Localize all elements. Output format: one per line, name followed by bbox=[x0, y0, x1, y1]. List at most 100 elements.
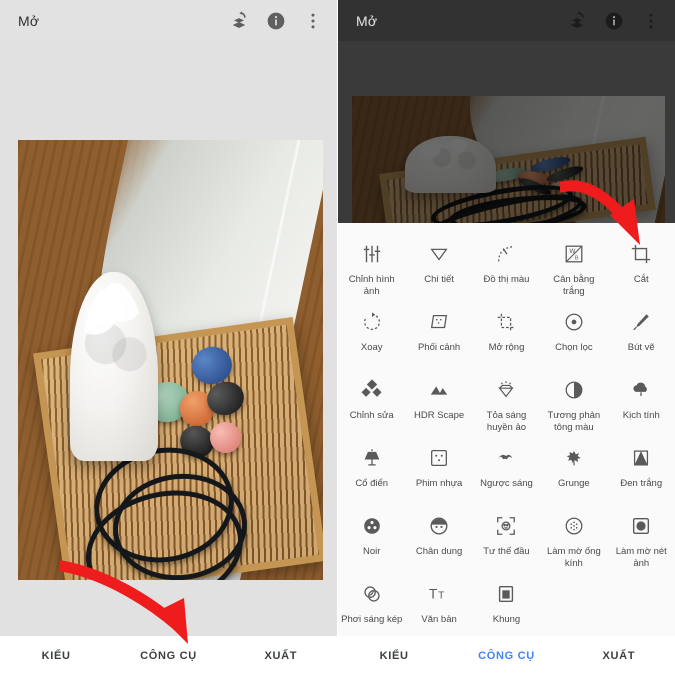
tool-label: Xoay bbox=[360, 342, 383, 353]
tool-phoi-sang-kep[interactable]: Phơi sáng kép bbox=[338, 573, 405, 641]
tool-label: Văn bản bbox=[421, 614, 457, 625]
vignette-icon bbox=[630, 511, 652, 541]
tool-kich-tinh[interactable]: Kịch tính bbox=[608, 369, 675, 437]
curves-icon bbox=[495, 239, 517, 269]
nav-item-kieu[interactable]: KIỂU bbox=[338, 650, 450, 662]
tool-chinh-hinh-anh[interactable]: Chỉnh hình ảnh bbox=[338, 233, 405, 301]
tool-label: Cắt bbox=[633, 274, 649, 285]
tool-van-ban[interactable]: T T Văn bản bbox=[405, 573, 472, 641]
tool-toa-sang-huyen-ao[interactable]: Tỏa sáng huyền ảo bbox=[473, 369, 540, 437]
tool-tu-the-dau[interactable]: Tư thế đầu bbox=[473, 505, 540, 573]
tool-mo-rong[interactable]: Mở rộng bbox=[473, 301, 540, 369]
nav-item-xuat[interactable]: XUẤT bbox=[563, 650, 675, 662]
frames-icon bbox=[495, 579, 517, 609]
crop-icon bbox=[630, 239, 652, 269]
healing-icon bbox=[361, 375, 383, 405]
tool-label: Phim nhựa bbox=[415, 478, 463, 489]
overflow-menu-icon[interactable] bbox=[303, 11, 323, 31]
tool-phim-nhua[interactable]: Phim nhựa bbox=[405, 437, 472, 505]
tool-can-bang-trang[interactable]: W B Cân bằng trắng bbox=[540, 233, 607, 301]
white-balance-icon: W B bbox=[563, 239, 585, 269]
tool-hdr-scape[interactable]: HDR Scape bbox=[405, 369, 472, 437]
drama-cloud-icon bbox=[630, 375, 652, 405]
right-bottom-nav: KIỂU CÔNG CỤ XUẤT bbox=[338, 636, 675, 675]
photo-preview-dimmed[interactable] bbox=[352, 96, 665, 229]
right-panel: Mở Chỉnh hình ảnh Chi tiết Đồ thị màu W … bbox=[337, 0, 675, 675]
tool-label: Bút vẽ bbox=[627, 342, 655, 353]
tools-row: Noir Chân dung Tư thế đầu Làm mờ ống kín… bbox=[338, 505, 675, 573]
tool-label: Mở rộng bbox=[488, 342, 525, 353]
tool-cat[interactable]: Cắt bbox=[608, 233, 675, 301]
tools-row: Chỉnh hình ảnh Chi tiết Đồ thị màu W B C… bbox=[338, 233, 675, 301]
tool-lam-mo-ong-kinh[interactable]: Làm mờ ống kính bbox=[540, 505, 607, 573]
triangle-detail-icon bbox=[428, 239, 450, 269]
tool-label: Ngược sáng bbox=[480, 478, 533, 489]
tool-label: Tương phản tông màu bbox=[547, 410, 601, 433]
tool-label: Cân bằng trắng bbox=[553, 274, 595, 297]
left-bottom-nav: KIỂU CÔNG CỤ XUẤT bbox=[0, 636, 337, 675]
info-icon[interactable] bbox=[266, 11, 286, 31]
undo-stack-icon[interactable] bbox=[567, 11, 587, 31]
expand-icon bbox=[495, 307, 517, 337]
screenshot-root: Mở KIỂU CÔNG CỤ XUẤT Mở Chỉnh hình ảnh C… bbox=[0, 0, 675, 675]
nav-item-xuat[interactable]: XUẤT bbox=[225, 650, 337, 662]
tool-den-trang[interactable]: Đen trắng bbox=[608, 437, 675, 505]
photo-preview[interactable] bbox=[18, 140, 323, 580]
svg-text:T: T bbox=[429, 587, 438, 602]
nav-item-congcu[interactable]: CÔNG CỤ bbox=[112, 650, 224, 662]
tool-empty bbox=[608, 573, 675, 641]
tool-xoay[interactable]: Xoay bbox=[338, 301, 405, 369]
info-icon[interactable] bbox=[604, 11, 624, 31]
tool-label: Chân dung bbox=[415, 546, 463, 557]
tool-label: Làm mờ ống kính bbox=[546, 546, 601, 569]
tool-grunge[interactable]: Grunge bbox=[540, 437, 607, 505]
tool-phoi-canh[interactable]: Phối cảnh bbox=[405, 301, 472, 369]
tool-label: Làm mờ nét ảnh bbox=[615, 546, 667, 569]
tool-label: Khung bbox=[492, 614, 521, 625]
svg-text:T: T bbox=[438, 591, 444, 602]
brush-icon bbox=[630, 307, 652, 337]
portrait-face-icon bbox=[428, 511, 450, 541]
tools-row: Xoay Phối cảnh Mở rộng Chọn lọc Bút vẽ bbox=[338, 301, 675, 369]
left-app-title: Mở bbox=[18, 12, 40, 29]
right-topbar: Mở bbox=[338, 0, 675, 41]
tool-chon-loc[interactable]: Chọn lọc bbox=[540, 301, 607, 369]
tool-noir[interactable]: Noir bbox=[338, 505, 405, 573]
tool-co-dien[interactable]: Cổ điển bbox=[338, 437, 405, 505]
tool-tuong-phan-tong-mau[interactable]: Tương phản tông màu bbox=[540, 369, 607, 437]
undo-stack-icon[interactable] bbox=[229, 11, 249, 31]
tool-label: HDR Scape bbox=[414, 410, 465, 421]
tool-chan-dung[interactable]: Chân dung bbox=[405, 505, 472, 573]
left-topbar-icons bbox=[229, 11, 323, 31]
tool-chi-tiet[interactable]: Chi tiết bbox=[405, 233, 472, 301]
tool-empty bbox=[540, 573, 607, 641]
nav-item-kieu[interactable]: KIỂU bbox=[0, 650, 112, 662]
overflow-menu-icon[interactable] bbox=[641, 11, 661, 31]
black-white-icon bbox=[630, 443, 652, 473]
tool-label: Cổ điển bbox=[355, 478, 389, 489]
tool-lam-mo-net-anh[interactable]: Làm mờ nét ảnh bbox=[608, 505, 675, 573]
tools-row: Phơi sáng kép T T Văn bản Khung bbox=[338, 573, 675, 641]
grunge-icon bbox=[563, 443, 585, 473]
tool-label: Chỉnh hình ảnh bbox=[348, 274, 395, 297]
photo-image-dimmed bbox=[352, 96, 665, 229]
left-topbar: Mở bbox=[0, 0, 337, 41]
tool-do-thi-mau[interactable]: Đồ thị màu bbox=[473, 233, 540, 301]
selective-icon bbox=[563, 307, 585, 337]
tool-label: Phơi sáng kép bbox=[341, 614, 403, 625]
svg-text:W: W bbox=[569, 248, 576, 255]
tool-but-ve[interactable]: Bút vẽ bbox=[608, 301, 675, 369]
left-panel: Mở KIỂU CÔNG CỤ XUẤT bbox=[0, 0, 337, 675]
text-icon: T T bbox=[428, 579, 450, 609]
tool-khung[interactable]: Khung bbox=[473, 573, 540, 641]
tool-nguoc-sang[interactable]: Ngược sáng bbox=[473, 437, 540, 505]
tonal-contrast-icon bbox=[563, 375, 585, 405]
tool-label: Tư thế đầu bbox=[483, 546, 530, 557]
tool-chinh-sua[interactable]: Chỉnh sửa bbox=[338, 369, 405, 437]
nav-item-congcu[interactable]: CÔNG CỤ bbox=[450, 650, 562, 662]
perspective-icon bbox=[428, 307, 450, 337]
tool-label: Chọn lọc bbox=[555, 342, 593, 353]
photo-image bbox=[18, 140, 323, 580]
tools-row: Chỉnh sửa HDR Scape Tỏa sáng huyền ảo Tư… bbox=[338, 369, 675, 437]
tools-row: Cổ điển Phim nhựa Ngược sáng Grunge Đen … bbox=[338, 437, 675, 505]
